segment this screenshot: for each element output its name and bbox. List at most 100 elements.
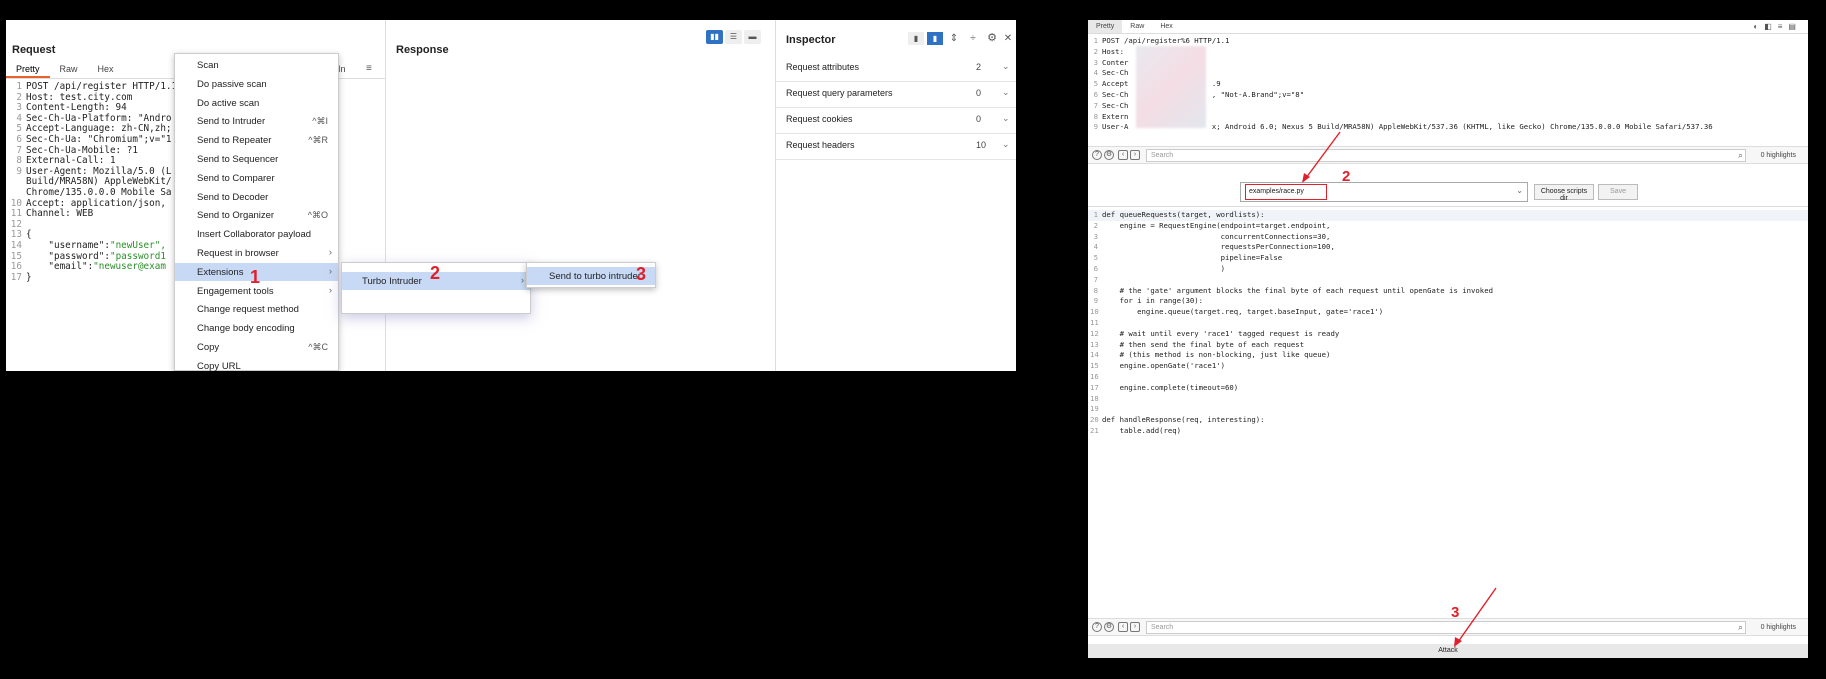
menu-item[interactable]: Do active scan bbox=[175, 94, 338, 112]
inspector-row-label: Request query parameters bbox=[786, 88, 893, 98]
line-text: Content-Length: 94 bbox=[26, 102, 127, 114]
code-line: 12 bbox=[8, 219, 177, 231]
turbo-intruder-window: Pretty Raw Hex ◐◧≡▤ 1 POST /api/register%… bbox=[1088, 20, 1808, 658]
menu-item[interactable]: Send to Organizer ^⌘O bbox=[175, 206, 338, 224]
collapse-icon[interactable]: ÷ bbox=[965, 32, 981, 45]
chevron-down-icon: ⌄ bbox=[1002, 113, 1010, 123]
menu-item[interactable]: Insert Collaborator payload bbox=[175, 225, 338, 243]
menu-item-label: Request in browser bbox=[197, 248, 279, 259]
shortcut-label: ^⌘I bbox=[312, 116, 328, 127]
chevron-down-icon: ⌄ bbox=[1002, 87, 1010, 97]
request-title: Request bbox=[12, 44, 56, 56]
menu-item-label: Do passive scan bbox=[197, 78, 267, 90]
menu-item-label: Insert Collaborator payload bbox=[197, 229, 312, 241]
line-text: Sec-Ch-Ua-Mobile: ?1 bbox=[26, 144, 138, 156]
inspector-row-label: Request headers bbox=[786, 140, 855, 150]
tab-hex[interactable]: Hex bbox=[88, 62, 124, 78]
line-text: Accept-Language: zh-CN,zh; bbox=[26, 123, 172, 135]
gear-icon[interactable]: ⚙ bbox=[984, 32, 1000, 45]
request-editor[interactable]: 1 POST /api/register HTTP/1.1 2 Host: test.… bbox=[8, 81, 178, 284]
inspector-row-label: Request cookies bbox=[786, 114, 853, 124]
menu-item-label: Change body encoding bbox=[197, 323, 295, 335]
toolbar-trail-label: In bbox=[338, 64, 346, 74]
chevron-down-icon: ⌄ bbox=[1002, 139, 1010, 149]
shortcut-label: ^⌘R bbox=[308, 135, 328, 146]
code-line: 16 "email":"newuser@exam bbox=[8, 261, 177, 273]
line-text: User-Agent: Mozilla/5.0 (L bbox=[26, 165, 172, 177]
arrow-to-attack bbox=[1457, 587, 1497, 643]
inspector-row-count: 0 bbox=[976, 114, 982, 124]
menu-item[interactable]: Change body encoding bbox=[175, 319, 338, 337]
menu-item[interactable]: Do passive scan bbox=[175, 75, 338, 93]
chevron-down-icon: ⌄ bbox=[1002, 61, 1010, 71]
inspector-row-count: 10 bbox=[976, 140, 987, 150]
line-text: Accept: application/json, bbox=[26, 197, 166, 209]
menu-lines-icon[interactable]: ≡ bbox=[366, 63, 372, 74]
menu-item-label: Change request method bbox=[197, 304, 299, 316]
annotation-step-2: 2 bbox=[430, 263, 441, 283]
line-text: POST /api/register HTTP/1.1 bbox=[26, 81, 178, 92]
menu-item-label: Send to Intruder bbox=[197, 116, 266, 128]
annotation-step-1: 1 bbox=[250, 267, 261, 287]
split-horizontal-icon[interactable]: ☰ bbox=[725, 30, 742, 44]
layout-right-icon[interactable]: ▮ bbox=[927, 32, 943, 45]
inspector-row[interactable]: Request headers 10 ⌄ bbox=[776, 130, 1016, 160]
response-title: Response bbox=[396, 44, 449, 56]
inspector-row-count: 2 bbox=[976, 62, 982, 72]
expand-icon[interactable]: ⇕ bbox=[946, 32, 962, 45]
menu-item-label: Copy URL bbox=[197, 360, 241, 371]
line-text: Build/MRA58N) AppleWebKit/ bbox=[26, 176, 172, 188]
menu-item[interactable]: Copy URL bbox=[175, 357, 338, 371]
menu-item[interactable]: Send to Sequencer bbox=[175, 150, 338, 168]
layout-left-icon[interactable]: ▮ bbox=[908, 32, 924, 45]
single-pane-icon[interactable]: ▬ bbox=[744, 30, 761, 44]
menu-item-label: Send to Sequencer bbox=[197, 154, 279, 165]
annotation-arrows bbox=[1302, 131, 1497, 647]
menu-item[interactable]: Send to Decoder bbox=[175, 188, 338, 206]
inspector-pane: Inspector ▮ ▮ ⇕ ÷ ⚙ ✕ Request attributes… bbox=[776, 20, 1016, 371]
menu-item[interactable]: Send to Comparer bbox=[175, 169, 338, 187]
line-number: 17 bbox=[10, 271, 22, 283]
code-line: 17} bbox=[8, 271, 177, 284]
request-tabs: Pretty Raw Hex bbox=[6, 62, 124, 78]
menu-item-label: Send to Repeater bbox=[197, 135, 272, 147]
chevron-right-icon: › bbox=[328, 265, 332, 277]
menu-item-label: Do active scan bbox=[197, 97, 260, 109]
menu-item[interactable]: Copy ^⌘C bbox=[175, 338, 338, 356]
line-text: External-Call: 1 bbox=[26, 155, 116, 167]
menu-item[interactable]: Send to Intruder ^⌘I bbox=[175, 112, 338, 130]
split-vertical-icon[interactable]: ▮▮ bbox=[706, 30, 723, 44]
inspector-title: Inspector bbox=[786, 34, 836, 46]
shortcut-label: ^⌘C bbox=[308, 342, 328, 352]
tab-raw[interactable]: Raw bbox=[50, 62, 88, 78]
menu-item-label: Copy bbox=[197, 342, 220, 353]
inspector-row-count: 0 bbox=[976, 88, 982, 98]
menu-item[interactable]: Send to Repeater ^⌘R bbox=[175, 131, 338, 149]
line-text: Host: test.city.com bbox=[26, 91, 133, 103]
line-text: "email":"newuser@exam bbox=[26, 261, 166, 273]
line-text: "username":"newUser", bbox=[26, 239, 166, 251]
annotation-step-2: 2 bbox=[1342, 168, 1351, 185]
annotation-step-3: 3 bbox=[636, 264, 647, 284]
layout-toggle: ▮▮ ☰ ▬ bbox=[706, 30, 762, 44]
annotation-step-3: 3 bbox=[1451, 604, 1460, 621]
menu-item-label: Turbo Intruder bbox=[362, 276, 422, 287]
chevron-right-icon: › bbox=[328, 284, 332, 296]
line-text: } bbox=[26, 271, 32, 283]
arrow-to-script-path bbox=[1305, 131, 1341, 179]
menu-item[interactable]: Scan bbox=[175, 56, 338, 74]
line-number: 9 bbox=[16, 165, 22, 177]
menu-item[interactable]: Change request method bbox=[175, 300, 338, 318]
tab-pretty[interactable]: Pretty bbox=[6, 62, 50, 78]
menu-item-label: Send to Decoder bbox=[197, 191, 269, 203]
context-menu: Scan Do passive scan Do active scan Send to… bbox=[174, 53, 339, 371]
code-line: 11 Channel: WEB bbox=[8, 208, 177, 220]
line-text: { bbox=[26, 229, 32, 241]
response-pane: Response ▮▮ ☰ ▬ bbox=[386, 20, 776, 371]
menu-item[interactable]: Request in browser › bbox=[175, 244, 338, 262]
line-text: Channel: WEB bbox=[26, 208, 94, 220]
inspector-row-label: Request attributes bbox=[786, 62, 860, 72]
close-icon[interactable]: ✕ bbox=[1003, 32, 1013, 45]
line-number: 14 bbox=[10, 239, 22, 251]
menu-item-label: Send to Organizer bbox=[197, 210, 275, 222]
